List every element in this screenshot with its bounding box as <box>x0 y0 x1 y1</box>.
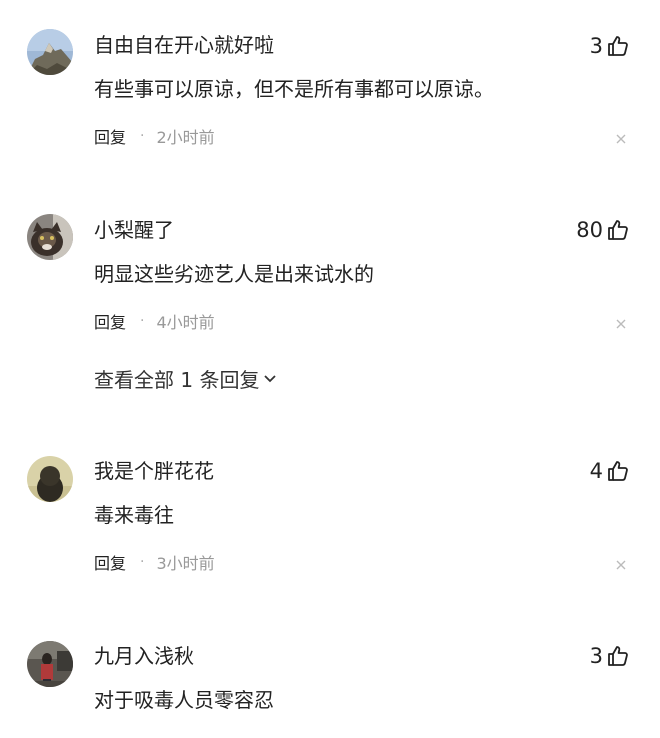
like-button[interactable]: 80 <box>576 217 630 243</box>
meta-separator: · <box>140 313 145 329</box>
meta-separator: · <box>140 128 145 144</box>
avatar[interactable] <box>27 641 73 687</box>
timestamp: 3小时前 <box>156 554 215 573</box>
like-count: 80 <box>576 218 603 242</box>
thumbs-up-icon <box>606 34 630 58</box>
avatar[interactable] <box>27 29 73 75</box>
username[interactable]: 九月入浅秋 <box>94 643 194 669</box>
close-icon[interactable] <box>615 133 627 145</box>
chevron-down-icon <box>263 366 277 390</box>
view-all-replies-label: 查看全部 1 条回复 <box>94 367 260 392</box>
comment-meta: 回复 · 4小时前 <box>94 309 215 333</box>
like-button[interactable]: 4 <box>590 458 630 484</box>
username[interactable]: 小梨醒了 <box>94 217 174 243</box>
view-all-replies-button[interactable]: 查看全部 1 条回复 <box>94 364 277 392</box>
like-count: 4 <box>589 459 603 483</box>
avatar[interactable] <box>27 214 73 260</box>
timestamp: 4小时前 <box>156 313 215 332</box>
thumbs-up-icon <box>606 459 630 483</box>
avatar[interactable] <box>27 456 73 502</box>
like-count: 3 <box>589 644 603 668</box>
comment-meta: 回复 · 3小时前 <box>94 550 215 574</box>
comment-text: 毒来毒往 <box>94 503 174 527</box>
comment-text: 有些事可以原谅，但不是所有事都可以原谅。 <box>94 77 494 101</box>
thumbs-up-icon <box>606 644 630 668</box>
like-button[interactable]: 3 <box>590 643 630 669</box>
username[interactable]: 我是个胖花花 <box>94 458 214 484</box>
thumbs-up-icon <box>606 218 630 242</box>
comment-text: 明显这些劣迹艺人是出来试水的 <box>94 262 374 286</box>
close-icon[interactable] <box>615 559 627 571</box>
username[interactable]: 自由自在开心就好啦 <box>94 32 274 58</box>
meta-separator: · <box>140 554 145 570</box>
reply-button[interactable]: 回复 <box>94 124 126 148</box>
like-button[interactable]: 3 <box>590 33 630 59</box>
timestamp: 2小时前 <box>156 128 215 147</box>
reply-button[interactable]: 回复 <box>94 550 126 574</box>
comment-meta: 回复 · 2小时前 <box>94 124 215 148</box>
reply-button[interactable]: 回复 <box>94 309 126 333</box>
close-icon[interactable] <box>615 318 627 330</box>
like-count: 3 <box>589 34 603 58</box>
comment-text: 对于吸毒人员零容忍 <box>94 688 274 712</box>
